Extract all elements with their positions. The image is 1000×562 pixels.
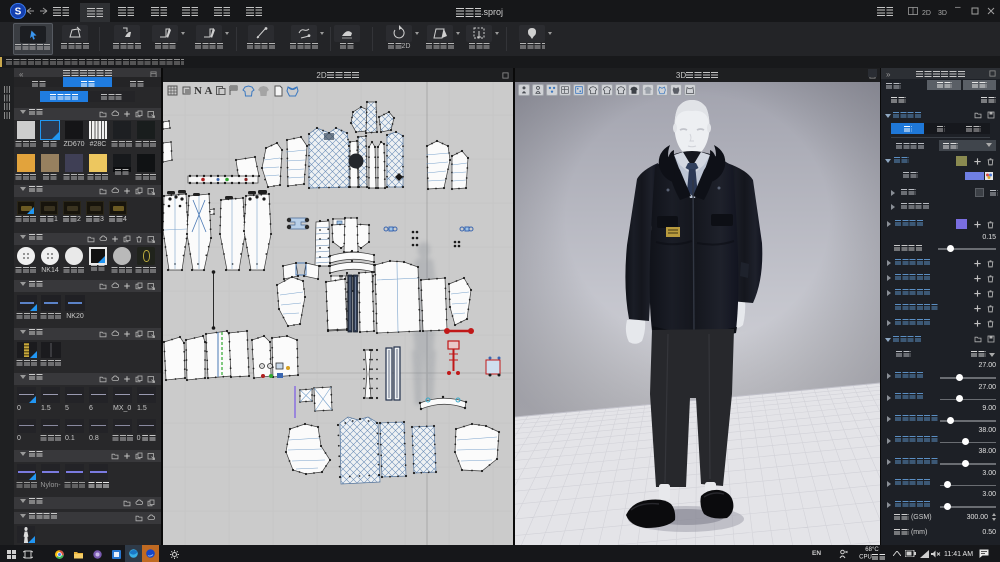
svg-text:S: S <box>15 7 22 18</box>
